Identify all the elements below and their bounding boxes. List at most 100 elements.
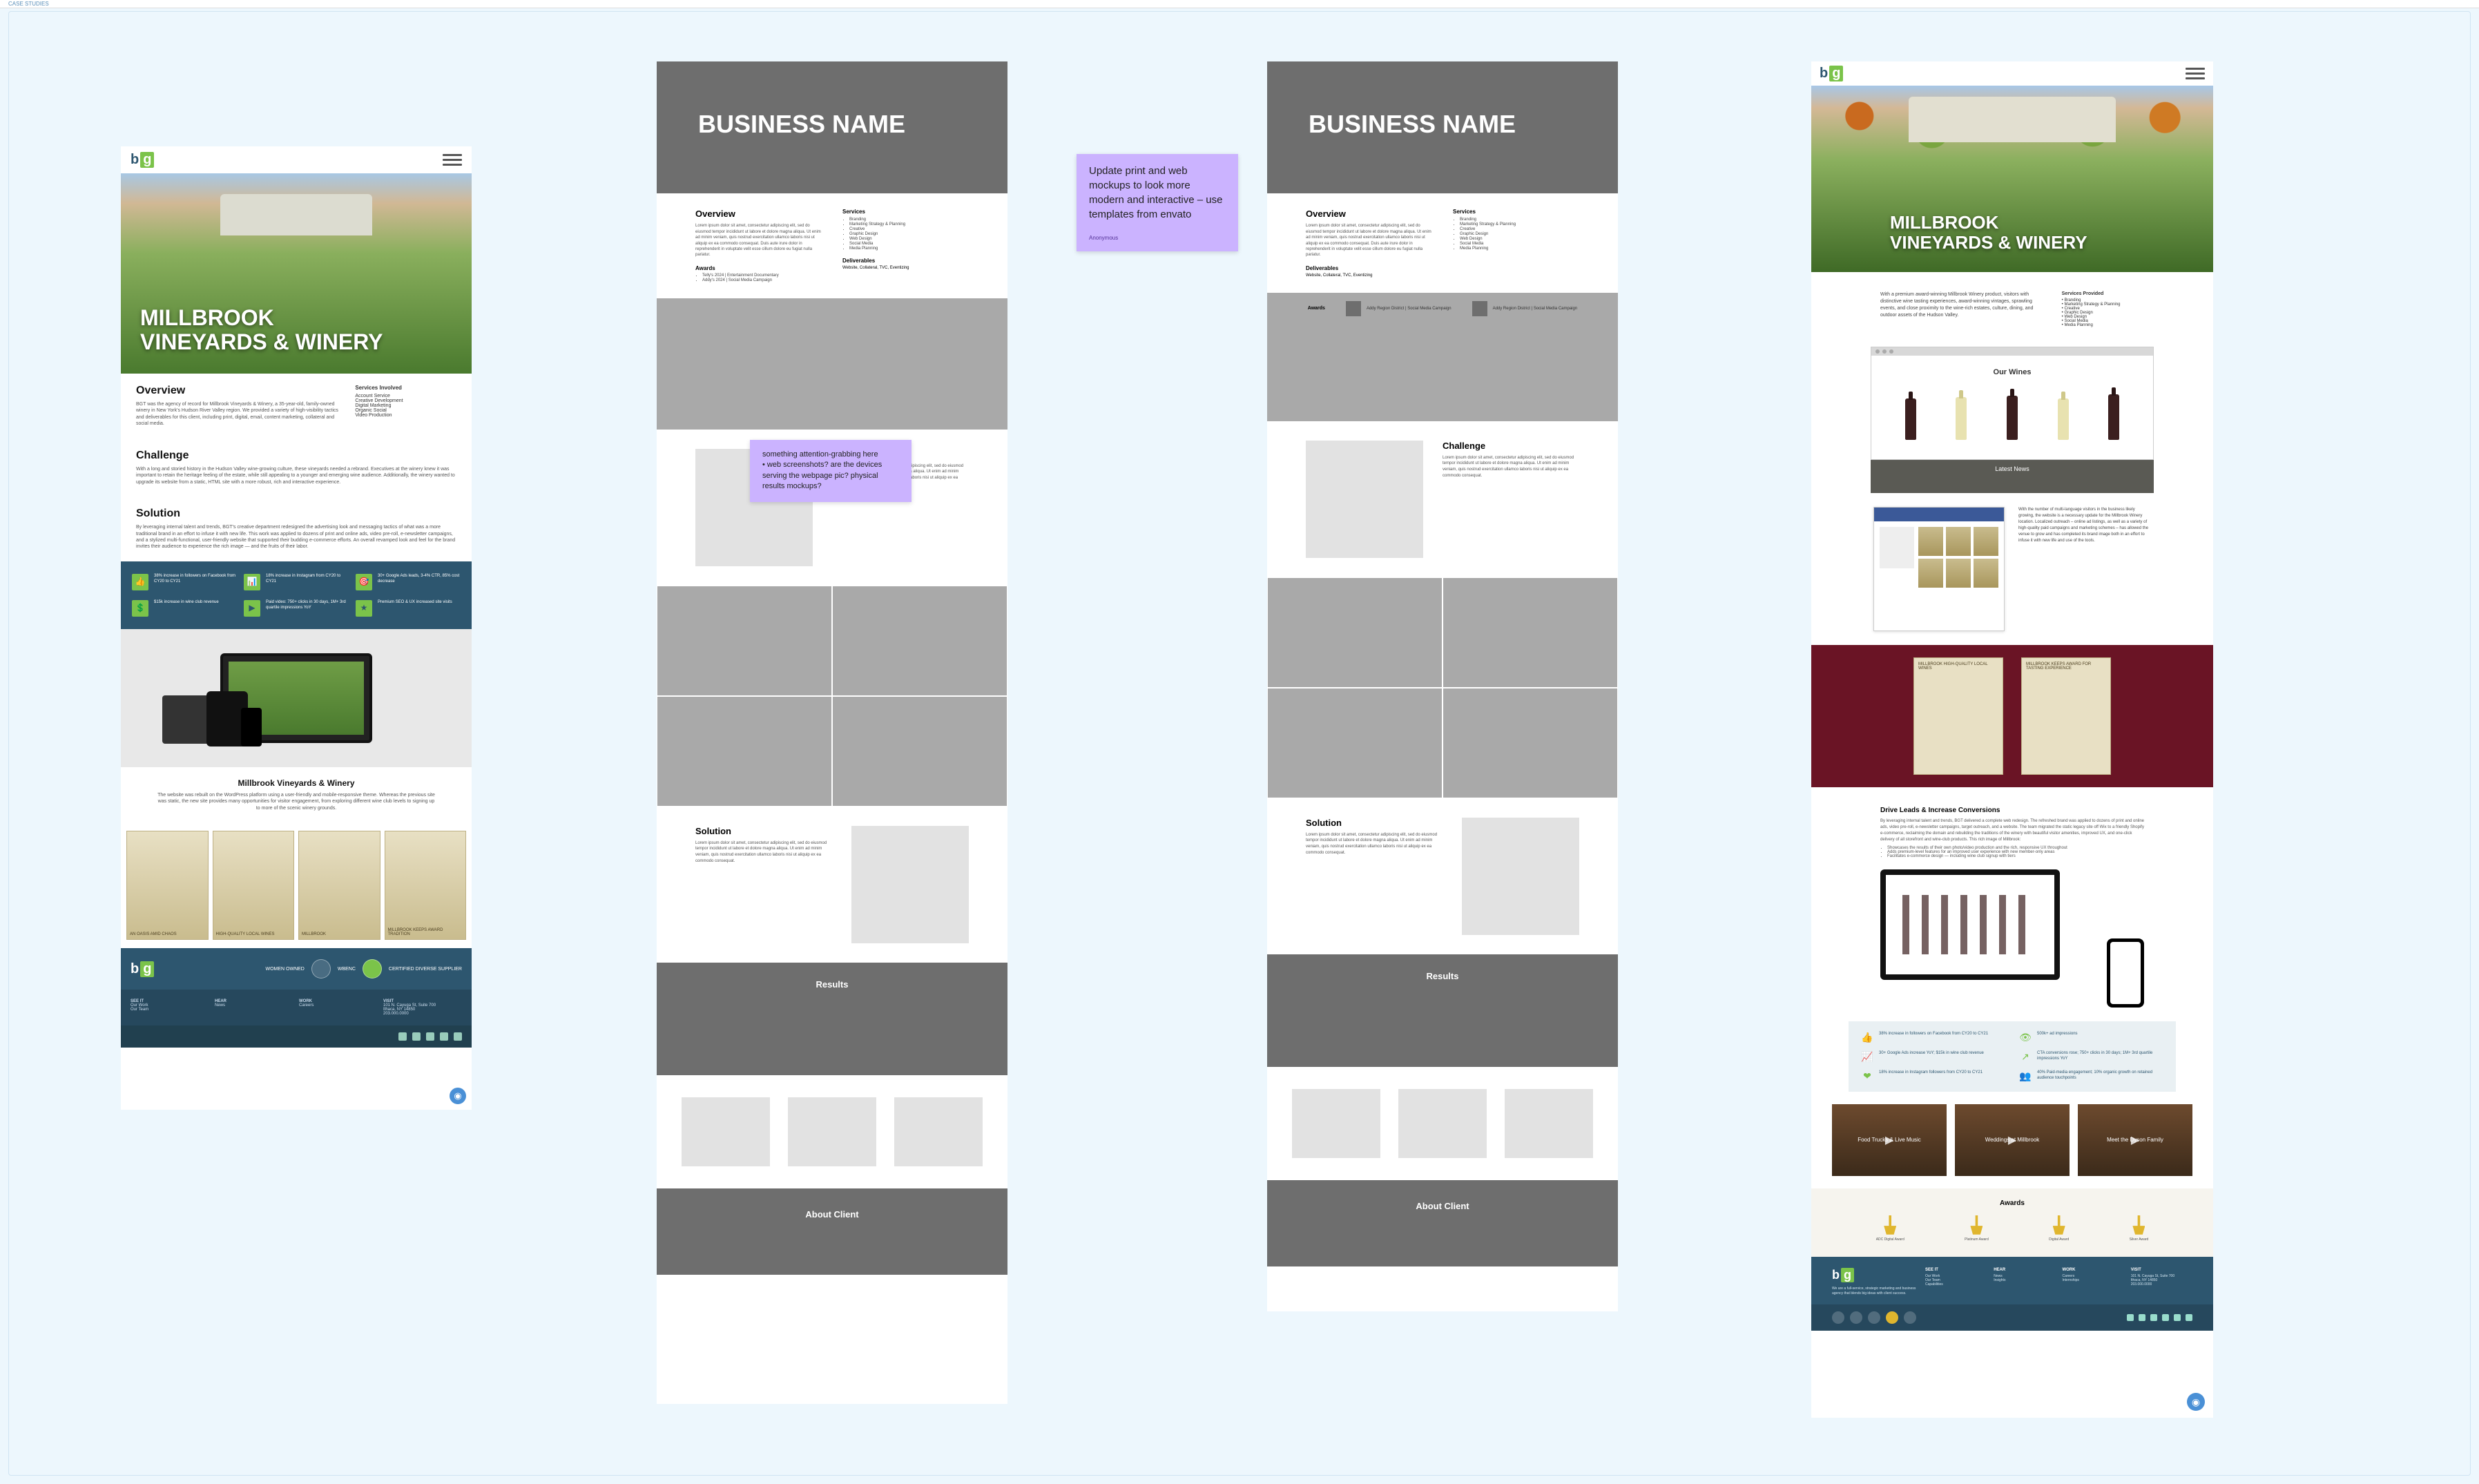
linkedin-icon[interactable] [426,1032,434,1041]
hero-image: MILLBROOKVINEYARDS & WINERY [1811,86,2213,272]
wireframe-frame-b[interactable]: BUSINESS NAME Overview Lorem ipsum dolor… [657,61,1007,1404]
social-copy: With the number of multi-language visito… [2018,507,2151,544]
social-icons [2127,1314,2192,1321]
wf-gallery-grid [657,586,1007,807]
youtube-icon[interactable] [2174,1314,2181,1321]
ad-carousel[interactable]: AN OASIS AMID CHAOS HIGH-QUALITY LOCAL W… [121,822,472,948]
trophy-icon [2053,1215,2065,1235]
linkedin-icon[interactable] [2150,1314,2157,1321]
video-thumb[interactable]: Meet the Dyson Family [2078,1104,2192,1176]
partner-badge-icon [1868,1311,1880,1324]
instagram-icon[interactable] [412,1032,421,1041]
image-placeholder [1462,818,1579,935]
footer-badges: bg WOMEN OWNED WBENC CERTIFIED DIVERSE S… [121,948,472,990]
partner-badge-icon [1832,1311,1844,1324]
wf-related-thumbs [1267,1067,1618,1180]
sticky-text: Update print and web mockups to look mor… [1089,164,1226,222]
video-thumb[interactable]: Food Trucks & Live Music [1832,1104,1947,1176]
menu-icon[interactable] [2186,68,2205,79]
thumbs-up-icon: 👍 [132,574,148,590]
video-thumb[interactable]: Weddings at Millbrook [1955,1104,2070,1176]
overview-section: Overview BGT was the agency of record fo… [121,374,472,439]
x-icon[interactable] [440,1032,448,1041]
solution-heading: Solution [136,508,456,520]
image-placeholder[interactable] [788,1097,876,1166]
sticky-text: something attention-grabbing here• web s… [762,450,899,492]
browser-chrome [1871,347,2153,356]
facebook-icon[interactable] [2127,1314,2134,1321]
wine-bottles [1885,385,2139,440]
video-icon: ▶ [244,600,260,617]
wf-related-thumbs [657,1075,1007,1188]
badge-label: WBENC [338,967,356,972]
metric: 👍38% increase in followers on Facebook f… [132,574,237,590]
stat: 👍38% increase in followers on Facebook f… [1861,1031,2005,1043]
app-top-bar: CASE STUDIES [0,0,2479,8]
challenge-body: With a long and storied history in the H… [136,466,456,485]
wf-awards-band: Awards Addy Region District | Social Med… [1267,293,1618,325]
facebook-icon[interactable] [398,1032,407,1041]
cert-badge-icon [311,959,331,979]
device-mockup [1811,869,2213,1021]
image-placeholder[interactable] [1398,1089,1487,1158]
tiktok-icon[interactable] [2186,1314,2192,1321]
wf-solution: Solution Lorem ipsum dolor sit amet, con… [657,807,1007,963]
partner-badges [1832,1311,1916,1324]
footer-logo[interactable]: bg [1832,1268,1854,1282]
mockup-frame-d[interactable]: bg MILLBROOKVINEYARDS & WINERY With a pr… [1811,61,2213,1418]
instagram-icon[interactable] [2139,1314,2145,1321]
wf-about: About Client [1267,1180,1618,1266]
image-placeholder [1267,688,1443,798]
image-placeholder[interactable] [682,1097,770,1166]
wireframe-frame-c[interactable]: BUSINESS NAME Overview Lorem ipsum dolor… [1267,61,1618,1311]
latest-news-band: Latest News [1871,460,2154,493]
devices-caption: Millbrook Vineyards & Winery The website… [121,767,472,822]
logo[interactable]: bg [1820,66,1843,81]
hero-title: MILLBROOKVINEYARDS & WINERY [1890,213,2087,253]
youtube-icon[interactable] [454,1032,462,1041]
footer-logo[interactable]: bg [131,961,154,977]
poster-band: MILLBROOK HIGH-QUALITY LOCAL WINES MILLB… [1811,645,2213,787]
image-placeholder [1267,577,1443,688]
image-placeholder[interactable] [1292,1089,1380,1158]
x-icon[interactable] [2162,1314,2169,1321]
challenge-section: Challenge With a long and storied histor… [121,439,472,497]
award: ADC Digital Award [1876,1215,1904,1242]
stat: 👁500k+ ad impressions [2019,1031,2163,1043]
people-icon: 👥 [2019,1070,2032,1082]
wf-media-block [657,298,1007,430]
mockup-frame-a[interactable]: bg MILLBROOKVINEYARDS & WINERY Overview … [121,146,472,1110]
sticky-note[interactable]: Update print and web mockups to look mor… [1077,154,1238,251]
menu-icon[interactable] [443,154,462,166]
accessibility-icon[interactable]: ◉ [450,1088,466,1104]
image-placeholder[interactable] [1505,1089,1593,1158]
design-canvas[interactable]: bg MILLBROOKVINEYARDS & WINERY Overview … [8,11,2471,1476]
footer: bg We are a full-service, strategic mark… [1811,1257,2213,1304]
ad-card[interactable]: AN OASIS AMID CHAOS [126,831,209,940]
social-row: With the number of multi-language visito… [1811,493,2213,645]
image-placeholder[interactable] [894,1097,983,1166]
services-heading: Services Involved [355,385,456,391]
ad-card[interactable]: MILLBROOK [298,831,380,940]
accessibility-icon[interactable]: ◉ [2187,1393,2205,1411]
ad-card[interactable]: HIGH-QUALITY LOCAL WINES [213,831,295,940]
metric: 📊18% increase in Instagram from CY20 to … [244,574,349,590]
image-placeholder [657,696,832,807]
wf-hero-title: BUSINESS NAME [1309,110,1576,138]
chart-icon: 📈 [1861,1050,1873,1063]
logo[interactable]: bg [131,152,154,168]
badge-label: WOMEN OWNED [265,967,304,972]
award-icon [1346,301,1361,316]
heart-icon: ❤ [1861,1070,1873,1082]
metric: ★Premium SEO & UX increased site visits [356,600,461,617]
ad-card[interactable]: MILLBROOK KEEPS AWARD TRADITION [385,831,467,940]
star-icon: ★ [356,600,372,617]
award-item: Addy Region District | Social Media Camp… [1472,301,1578,316]
overview-heading: Overview [136,385,338,397]
sticky-note[interactable]: something attention-grabbing here• web s… [750,440,911,502]
wf-results: Results [1267,954,1618,1067]
chart-icon: 📊 [244,574,260,590]
services-list: Account Service [355,394,456,398]
award: Silver Award [2130,1215,2149,1242]
thumbs-up-icon: 👍 [1861,1031,1873,1043]
